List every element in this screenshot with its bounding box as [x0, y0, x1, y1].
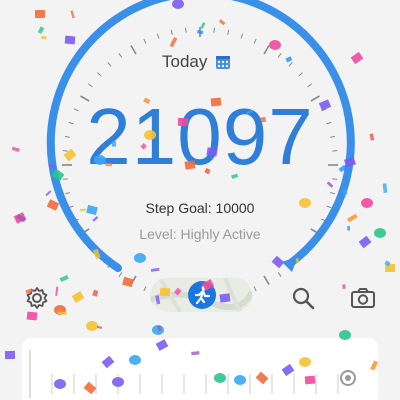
- date-title: Today: [162, 52, 208, 71]
- step-counter-screen: Today 21097 Step Goal: 10000 Level: High…: [0, 0, 400, 400]
- date-header[interactable]: Today: [162, 52, 231, 72]
- calendar-icon[interactable]: [215, 54, 231, 70]
- activity-level: Level: Highly Active: [139, 226, 261, 242]
- history-chart-card[interactable]: [22, 338, 378, 400]
- step-goal: Step Goal: 10000: [145, 200, 255, 216]
- camera-icon[interactable]: [350, 285, 376, 311]
- running-person-icon: [188, 281, 216, 309]
- chart-ticks: [51, 374, 339, 394]
- route-map-button[interactable]: [150, 278, 252, 312]
- gear-icon[interactable]: [24, 285, 50, 311]
- step-count: 21097: [86, 92, 314, 181]
- history-chart: [29, 350, 356, 398]
- search-icon[interactable]: [290, 285, 316, 311]
